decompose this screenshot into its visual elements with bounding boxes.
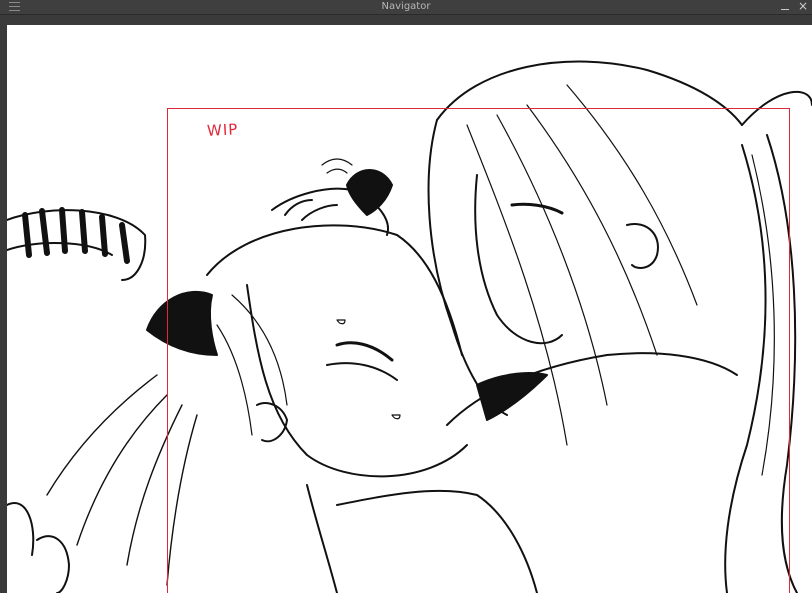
panel-title: Navigator <box>381 1 431 12</box>
canvas-preview[interactable]: WIP <box>7 25 812 593</box>
minimize-icon[interactable] <box>779 1 791 13</box>
selection-frame <box>167 108 790 593</box>
close-icon[interactable]: × <box>797 0 809 13</box>
wip-annotation: WIP <box>206 120 239 140</box>
navigator-viewport[interactable]: WIP <box>0 15 812 593</box>
navigator-titlebar: Navigator × <box>0 0 812 15</box>
